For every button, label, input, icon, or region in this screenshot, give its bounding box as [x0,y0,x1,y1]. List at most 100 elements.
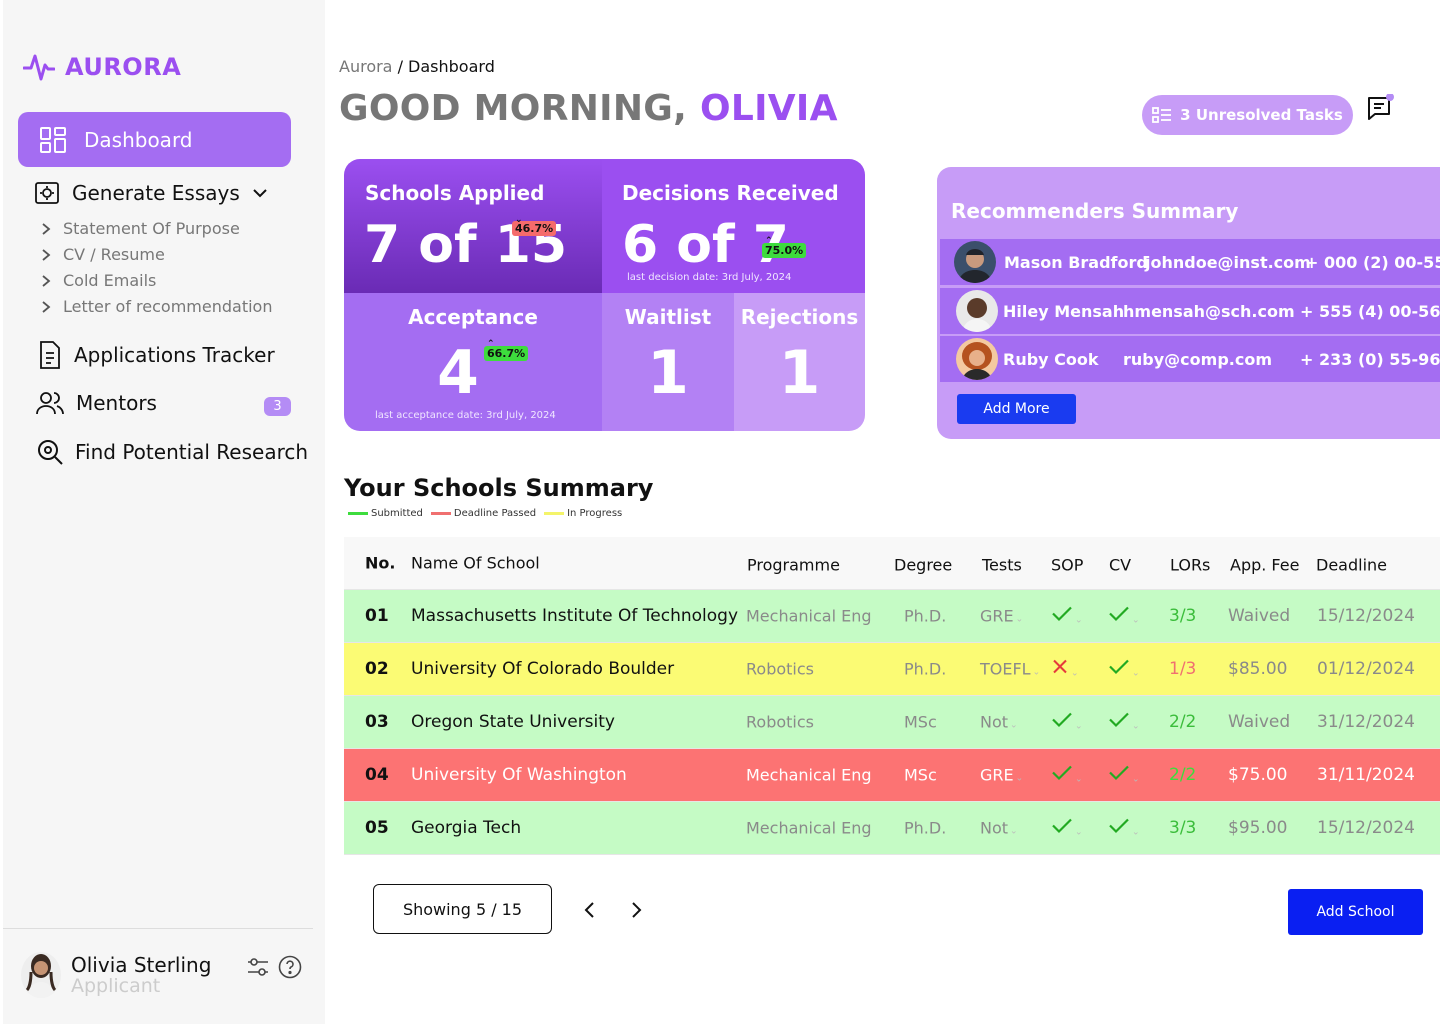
chevron-down-icon[interactable] [252,188,268,198]
cell-sop[interactable]: ⌄ [1051,605,1083,628]
chevron-right-icon [42,248,51,261]
dropdown-arrow-icon: ⌄ [1132,827,1140,838]
recommender-email: ruby@comp.com [1123,349,1272,369]
page-title: GOOD MORNING, OLIVIA [339,88,838,129]
previous-page-icon[interactable] [580,898,600,922]
sub-item-lor[interactable]: Letter of recommendation [41,297,272,316]
next-page-icon[interactable] [626,898,646,922]
cell-school-name[interactable]: University Of Colorado Boulder [411,659,674,679]
cell-sop[interactable]: ⌄ [1051,658,1079,681]
cell-sop[interactable]: ⌄ [1051,817,1083,840]
recommender-name: Mason Bradford [1004,252,1148,272]
dropdown-arrow-icon: ⌄ [1015,773,1024,784]
avatar [954,241,996,283]
table-header: No. Name Of School Programme Degree Test… [344,537,1440,590]
settings-sliders-icon[interactable] [246,955,270,979]
cell-deadline: 15/12/2024 [1317,818,1415,838]
cell-school-name[interactable]: Georgia Tech [411,818,521,838]
cell-fee: Waived [1228,712,1291,732]
status-legend: Submitted Deadline Passed In Progress [348,508,622,519]
sub-item-sop[interactable]: Statement Of Purpose [41,219,240,238]
table-row[interactable]: 05 Georgia Tech Mechanical Eng Ph.D. Not… [344,802,1440,855]
cell-school-name[interactable]: University Of Washington [411,765,627,785]
sidebar-item-generate-essays[interactable]: Generate Essays [34,180,268,206]
check-icon [1051,606,1073,628]
cell-cv[interactable]: ⌄ [1108,764,1140,787]
cell-cv[interactable]: ⌄ [1108,817,1140,840]
legend-label: Deadline Passed [453,508,537,519]
table-row[interactable]: 04 University Of Washington Mechanical E… [344,749,1440,802]
sub-item-cv[interactable]: CV / Resume [41,245,165,264]
tests-value: GRE [980,765,1014,785]
divider [3,928,313,929]
sub-item-label: Statement Of Purpose [63,219,240,238]
cell-tests[interactable]: GRE ⌄ [980,607,1023,626]
cell-cv[interactable]: ⌄ [1108,658,1140,681]
table-body: 01 Massachusetts Institute Of Technology… [344,590,1440,855]
user-profile[interactable]: Olivia Sterling Applicant [21,952,211,998]
unresolved-tasks-button[interactable]: 3 Unresolved Tasks [1142,95,1353,135]
recommender-row[interactable]: Hiley Mensah hmensah@sch.com + 555 (4) 0… [940,288,1440,334]
dropdown-arrow-icon: ⌄ [1075,827,1083,838]
table-row[interactable]: 01 Massachusetts Institute Of Technology… [344,590,1440,643]
recommender-name: Hiley Mensah [1003,301,1125,321]
avatar [21,952,61,998]
cell-fee: $95.00 [1228,818,1288,838]
dropdown-arrow-icon: ⌄ [1010,826,1018,837]
cell-tests[interactable]: TOEFL ⌄ [980,660,1040,679]
column-header: Programme [747,555,840,575]
cell-programme: Mechanical Eng [746,818,872,838]
cell-programme: Robotics [746,712,814,732]
column-header: App. Fee [1230,555,1300,575]
percent-chip: ⌄ 46.7% [512,215,557,236]
users-icon [36,392,64,415]
breadcrumb-root[interactable]: Aurora [339,57,392,76]
dropdown-arrow-icon: ⌄ [1071,668,1079,679]
add-school-button[interactable]: Add School [1288,889,1423,935]
cell-programme: Mechanical Eng [746,606,872,626]
cell-school-name[interactable]: Oregon State University [411,712,615,732]
cell-sop[interactable]: ⌄ [1051,711,1083,734]
task-list-icon [1152,107,1172,123]
sub-item-label: Letter of recommendation [63,297,273,316]
cell-cv[interactable]: ⌄ [1108,605,1140,628]
recommender-row[interactable]: Mason Bradford johndoe@inst.com + 000 (2… [940,239,1440,285]
stat-value: 1 [778,338,821,408]
recommender-email: johndoe@inst.com [1145,252,1311,272]
cell-cv[interactable]: ⌄ [1108,711,1140,734]
stat-schools-applied: Schools Applied 7 of 15 ⌄ 46.7% [344,159,602,293]
sidebar-item-dashboard[interactable]: Dashboard [18,112,291,167]
cell-tests[interactable]: Not ⌄ [980,819,1018,838]
messages-icon[interactable] [1366,94,1396,124]
table-row[interactable]: 03 Oregon State University Robotics MSc … [344,696,1440,749]
sub-item-label: CV / Resume [63,245,165,264]
dropdown-arrow-icon: ⌄ [1015,614,1024,625]
column-header: Name Of School [411,553,540,573]
logo[interactable]: AURORA [23,52,181,82]
add-more-button[interactable]: Add More [957,394,1076,424]
column-header: CV [1109,555,1132,575]
table-row[interactable]: 02 University Of Colorado Boulder Roboti… [344,643,1440,696]
sidebar-item-label: Dashboard [84,127,193,152]
sidebar-item-research[interactable]: Find Potential Research [37,439,308,465]
search-research-icon [38,440,63,465]
cell-deadline: 31/12/2024 [1317,712,1415,732]
check-icon [1051,818,1073,840]
sub-item-cold-emails[interactable]: Cold Emails [41,271,156,290]
sidebar-item-applications-tracker[interactable]: Applications Tracker [38,341,275,369]
avatar [956,290,998,332]
cell-school-name[interactable]: Massachusetts Institute Of Technology [411,606,738,626]
cell-lors: 2/2 [1169,765,1197,785]
stat-title: Acceptance [408,305,538,329]
cell-sop[interactable]: ⌄ [1051,764,1083,787]
help-icon[interactable] [278,955,302,979]
breadcrumb-current: Dashboard [408,57,495,76]
cell-deadline: 15/12/2024 [1317,606,1415,626]
legend-item-in-progress: In Progress [544,508,622,519]
stat-decisions: Decisions Received 6 of 7 ⌃ 75.0% last de… [602,159,865,293]
recommender-row[interactable]: Ruby Cook ruby@comp.com + 233 (0) 55-968… [940,336,1440,382]
legend-swatch [544,512,565,515]
cell-tests[interactable]: GRE ⌄ [980,766,1023,785]
sidebar-item-mentors[interactable]: Mentors [36,390,157,416]
cell-tests[interactable]: Not ⌄ [980,713,1018,732]
